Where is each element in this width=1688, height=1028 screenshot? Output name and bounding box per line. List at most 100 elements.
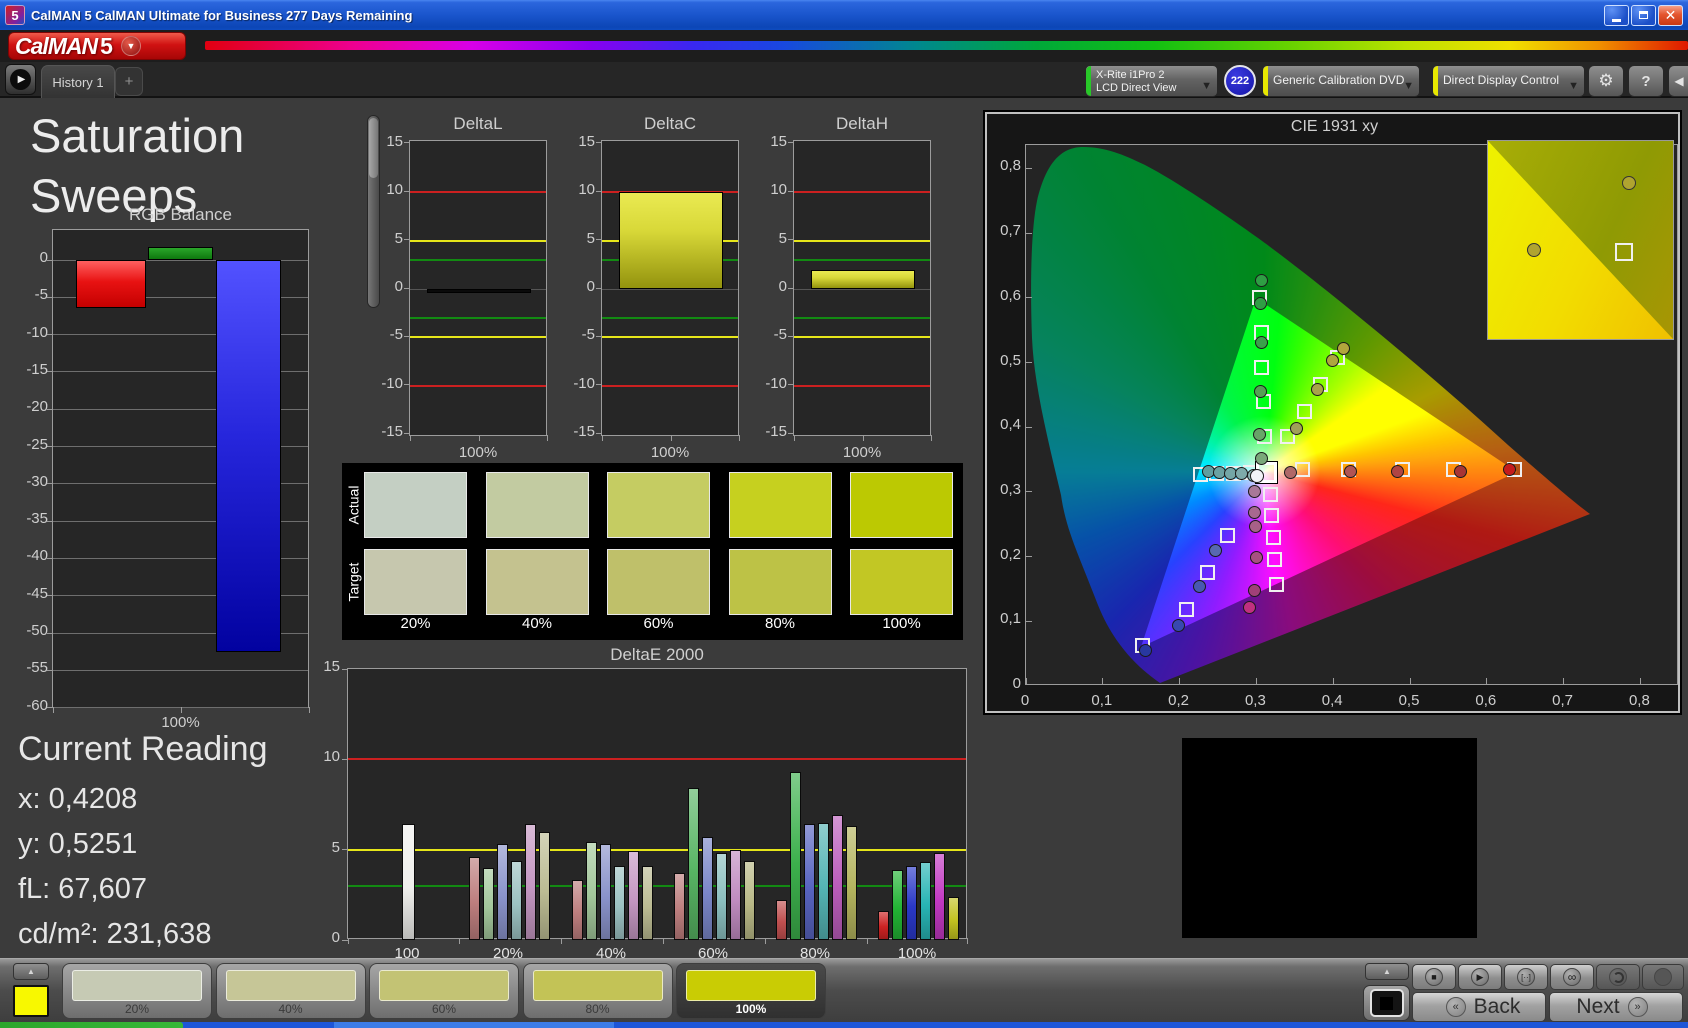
tick-mark: [596, 190, 601, 192]
meter-status-bar: [1086, 66, 1091, 96]
cie-target-square: [1294, 462, 1310, 478]
settings-button[interactable]: ⚙: [1588, 65, 1624, 97]
meter-count-badge[interactable]: 222: [1224, 65, 1256, 97]
deltae-bar: [701, 837, 713, 940]
tab-history-1[interactable]: History 1: [41, 65, 115, 98]
play-button[interactable]: ▶: [1458, 964, 1502, 990]
continuous-button[interactable]: ∞: [1550, 964, 1594, 990]
start-button[interactable]: [0, 1022, 183, 1028]
y-tick-label: -60: [26, 696, 48, 714]
help-button[interactable]: ?: [1628, 65, 1664, 97]
delta-chart-deltal: DeltaL 15 10 5 0 -5 -10 -15 100%: [367, 108, 551, 461]
step-button[interactable]: [··]: [1504, 964, 1548, 990]
x-tick-label: 0,2: [1168, 692, 1190, 709]
tick-mark: [788, 335, 793, 337]
add-tab-button[interactable]: +: [115, 67, 143, 96]
deltae-bar: [482, 867, 494, 940]
tab-nav-button[interactable]: ▶: [5, 64, 36, 95]
y-tick-label: -5: [389, 326, 403, 344]
windows-taskbar[interactable]: [0, 1022, 1688, 1028]
ref-line: [348, 758, 966, 761]
tick-mark: [1255, 678, 1257, 684]
tick-mark: [596, 384, 601, 386]
tick-mark: [1026, 491, 1032, 493]
tick-mark: [404, 190, 409, 192]
tick-mark: [1332, 678, 1334, 684]
calman-logo-menu[interactable]: CalMAN 5 ▼: [8, 32, 186, 60]
tab-bar: ▶ History 1 + X-Rite i1Pro 2 LCD Direct …: [0, 62, 1688, 98]
pattern-swatch-buttons: 20% 40% 60% 80% 100%: [0, 959, 900, 1023]
display-control-dropdown[interactable]: Direct Display Control ▼: [1432, 65, 1585, 97]
reading-value: cd/m²: 231,638: [18, 918, 212, 950]
tick-mark: [547, 435, 548, 441]
extra-transport-button[interactable]: [1642, 964, 1684, 990]
logo-menu-arrow[interactable]: ▼: [120, 36, 141, 56]
pattern-swatch-40%[interactable]: 40%: [215, 963, 366, 1019]
deltae-bar: [510, 860, 522, 940]
inset-target-square: [1614, 242, 1633, 261]
chart-title: DeltaC: [644, 114, 696, 133]
y-tick-label: 15: [770, 132, 787, 150]
pattern-window-button[interactable]: [1363, 985, 1410, 1021]
tab-label: History 1: [52, 74, 104, 90]
source-dropdown[interactable]: Generic Calibration DVD ▼: [1262, 65, 1420, 97]
tick-mark: [478, 435, 480, 441]
taskbar-window-button[interactable]: [334, 1022, 614, 1028]
chevron-down-icon: ▼: [126, 41, 136, 51]
deltae-bar: [947, 896, 959, 940]
swatch-chip: [379, 970, 509, 1001]
cie-measurement-circle: [1454, 464, 1468, 478]
cie-measurement-circle: [1254, 273, 1268, 287]
y-tick-label: -15: [573, 423, 595, 441]
tick-mark: [1026, 167, 1032, 169]
refresh-button[interactable]: [1596, 964, 1640, 990]
back-button[interactable]: « Back: [1412, 992, 1546, 1022]
tick-mark: [931, 435, 932, 441]
close-button[interactable]: ✕: [1658, 4, 1683, 26]
deltae-bar: [687, 788, 699, 940]
deltae-bar: [401, 824, 415, 940]
ref-line: [410, 384, 546, 387]
x-tick-label: 0,3: [1244, 692, 1266, 709]
y-tick-label: -5: [773, 326, 787, 344]
pattern-swatch-80%[interactable]: 80%: [522, 963, 673, 1019]
tick-mark: [794, 435, 795, 441]
collapse-panel-button[interactable]: ◀: [1668, 65, 1688, 97]
cie-measurement-circle: [1139, 643, 1153, 657]
tick-mark: [404, 142, 409, 144]
x-axis-label: 100%: [650, 444, 690, 461]
reading-value: fL: 67,607: [18, 873, 147, 905]
restore-button[interactable]: [1631, 4, 1656, 26]
tick-mark: [181, 707, 182, 713]
swatch-column-label: 20%: [400, 615, 431, 632]
badge-value: 222: [1230, 75, 1250, 87]
swatch-column-label: 40%: [521, 615, 553, 632]
ref-line: [348, 848, 966, 851]
y-tick-label: -15: [26, 360, 48, 378]
meter-dropdown[interactable]: X-Rite i1Pro 2 LCD Direct View ▼: [1085, 65, 1218, 97]
y-tick-label: 0: [586, 278, 595, 295]
y-tick-label: -45: [26, 584, 48, 602]
next-button[interactable]: Next »: [1549, 992, 1683, 1022]
transport-up-button[interactable]: ▲: [1365, 963, 1409, 980]
pattern-swatch-20%[interactable]: 20%: [62, 963, 212, 1019]
logo-version: 5: [100, 32, 113, 59]
x-tick-label: 0,7: [1552, 692, 1574, 709]
stop-button[interactable]: ■: [1412, 964, 1456, 990]
ref-line: [410, 336, 546, 339]
swatch-target-20%: [364, 549, 467, 615]
deltae-bar: [538, 831, 550, 940]
tick-mark: [404, 239, 409, 241]
swatch-column-label: 80%: [764, 615, 796, 632]
cie-measurement-circle: [1249, 519, 1263, 533]
cie-measurement-circle: [1310, 383, 1324, 397]
delta-plot: [793, 140, 932, 441]
minimize-button[interactable]: [1604, 4, 1629, 26]
pattern-swatch-100%[interactable]: 100%: [676, 963, 826, 1019]
y-tick-label: -5: [581, 326, 595, 344]
y-tick-label: 0: [1012, 675, 1021, 692]
gear-icon: ⚙: [1598, 71, 1614, 90]
y-tick-label: -50: [26, 622, 48, 639]
pattern-swatch-60%[interactable]: 60%: [369, 963, 519, 1019]
swatch-actual-60%: [607, 472, 710, 538]
